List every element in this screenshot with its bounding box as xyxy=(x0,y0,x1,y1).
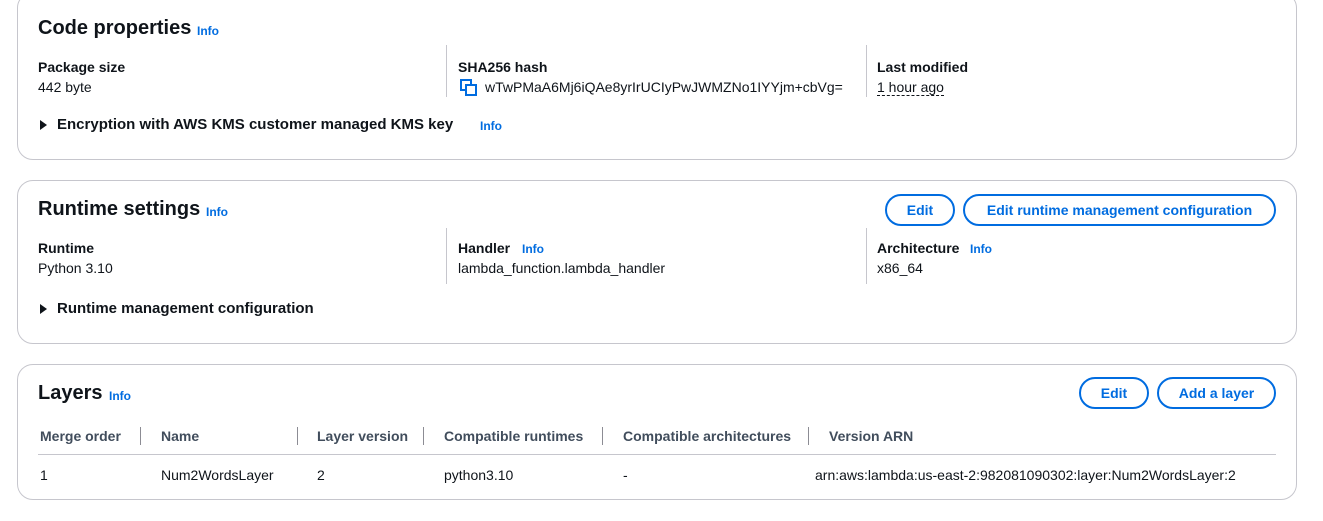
cell-merge-order: 1 xyxy=(40,467,48,483)
encryption-label: Encryption with AWS KMS customer managed… xyxy=(57,116,454,133)
cell-compatible-runtimes: python3.10 xyxy=(444,467,514,483)
caret-right-icon xyxy=(40,119,47,130)
encryption-expander[interactable]: Encryption with AWS KMS customer managed… xyxy=(40,116,453,133)
table-header-divider xyxy=(38,454,1276,455)
column-header-name[interactable]: Name xyxy=(161,428,199,444)
column-header-compatible-architectures[interactable]: Compatible architectures xyxy=(623,428,791,444)
architecture-value: x86_64 xyxy=(877,260,923,276)
layers-info-link[interactable]: Info xyxy=(109,389,131,403)
last-modified-value[interactable]: 1 hour ago xyxy=(877,79,944,96)
package-size-value: 442 byte xyxy=(38,79,92,95)
column-separator xyxy=(808,427,809,445)
cell-layer-version: 2 xyxy=(317,467,325,483)
runtime-edit-button[interactable]: Edit xyxy=(885,194,955,226)
handler-value: lambda_function.lambda_handler xyxy=(458,260,666,276)
column-divider xyxy=(866,228,867,284)
edit-runtime-management-button[interactable]: Edit runtime management configuration xyxy=(963,194,1276,226)
architecture-info-link[interactable]: Info xyxy=(970,242,992,256)
code-properties-title: Code properties xyxy=(38,17,192,39)
runtime-settings-title: Runtime settings xyxy=(38,198,201,220)
copy-icon[interactable] xyxy=(460,79,478,97)
code-properties-info-link[interactable]: Info xyxy=(197,24,219,38)
column-header-merge-order[interactable]: Merge order xyxy=(40,428,121,444)
column-divider xyxy=(866,45,867,97)
column-header-version-arn[interactable]: Version ARN xyxy=(829,428,913,444)
package-size-label: Package size xyxy=(38,59,126,75)
column-separator xyxy=(140,427,141,445)
runtime-management-label: Runtime management configuration xyxy=(57,300,314,317)
runtime-settings-info-link[interactable]: Info xyxy=(206,205,228,219)
column-divider xyxy=(446,45,447,97)
sha256-value: wTwPMaA6Mj6iQAe8yrIrUCIyPwJWMZNo1IYYjm+c… xyxy=(485,79,843,95)
layers-title: Layers xyxy=(38,382,103,404)
layers-panel: Layers Info Edit Add a layer Merge order… xyxy=(17,364,1297,500)
add-layer-button[interactable]: Add a layer xyxy=(1157,377,1276,409)
cell-name: Num2WordsLayer xyxy=(161,467,274,483)
column-divider xyxy=(446,228,447,284)
column-separator xyxy=(423,427,424,445)
column-separator xyxy=(602,427,603,445)
encryption-info-link[interactable]: Info xyxy=(480,119,502,133)
cell-compatible-architectures: - xyxy=(623,467,628,483)
sha256-label: SHA256 hash xyxy=(458,59,548,75)
column-separator xyxy=(297,427,298,445)
code-properties-panel: Code properties Info Package size 442 by… xyxy=(17,0,1297,160)
runtime-management-expander[interactable]: Runtime management configuration xyxy=(40,300,314,317)
runtime-settings-panel: Runtime settings Info Edit Edit runtime … xyxy=(17,180,1297,344)
handler-label: Handler xyxy=(458,240,511,256)
caret-right-icon xyxy=(40,303,47,314)
layers-edit-button[interactable]: Edit xyxy=(1079,377,1149,409)
column-header-compatible-runtimes[interactable]: Compatible runtimes xyxy=(444,428,583,444)
handler-info-link[interactable]: Info xyxy=(522,242,544,256)
runtime-value: Python 3.10 xyxy=(38,260,113,276)
architecture-label: Architecture xyxy=(877,240,960,256)
runtime-label: Runtime xyxy=(38,240,94,256)
last-modified-label: Last modified xyxy=(877,59,969,75)
cell-version-arn: arn:aws:lambda:us-east-2:982081090302:la… xyxy=(815,467,1236,483)
column-header-layer-version[interactable]: Layer version xyxy=(317,428,408,444)
